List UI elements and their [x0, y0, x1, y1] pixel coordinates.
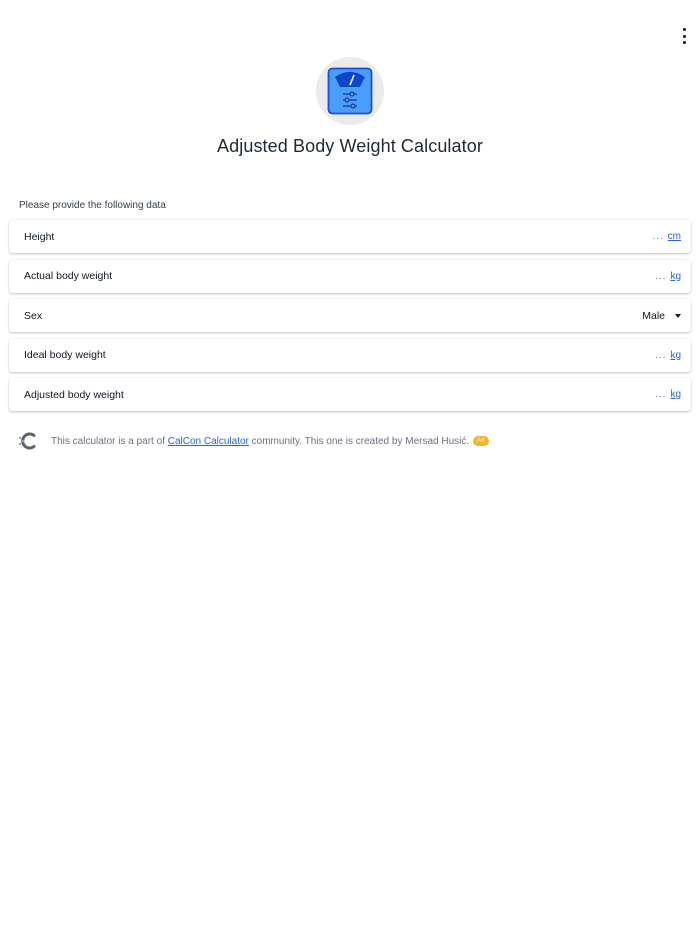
footer-text-before: This calculator is a part of [51, 435, 165, 447]
sex-select[interactable]: Sex Male [9, 299, 691, 332]
ad-badge[interactable]: Ad [473, 436, 489, 446]
adjusted-body-weight-field[interactable]: Adjusted body weight ... kg [9, 378, 691, 411]
height-label: Height [24, 230, 55, 243]
adjusted-body-weight-value-group: ... kg [655, 389, 681, 400]
adjusted-body-weight-label: Adjusted body weight [24, 388, 124, 401]
page: Adjusted Body Weight Calculator Please p… [0, 0, 700, 934]
sex-label: Sex [24, 309, 43, 322]
form-fields: Height ... cm Actual body weight ... kg … [9, 220, 691, 418]
sex-value[interactable]: Male [642, 310, 665, 322]
calcon-calculator-link[interactable]: CalCon Calculator [168, 436, 249, 447]
actual-body-weight-label: Actual body weight [24, 270, 113, 282]
adjusted-body-weight-unit-link[interactable]: kg [670, 389, 681, 400]
actual-body-weight-field[interactable]: Actual body weight ... kg [9, 259, 691, 293]
page-title: Adjusted Body Weight Calculator [217, 136, 483, 156]
adjusted-body-weight-value[interactable]: ... [655, 389, 666, 400]
ideal-body-weight-value[interactable]: ... [655, 350, 666, 361]
footer: This calculator is a part of CalCon Calc… [18, 432, 489, 450]
scale-icon [327, 67, 373, 115]
caret-down-icon[interactable] [675, 313, 681, 318]
ideal-body-weight-label: Ideal body weight [24, 349, 106, 361]
form-prompt: Please provide the following data [19, 200, 166, 211]
height-value-group: ... cm [652, 231, 681, 242]
height-unit-link[interactable]: cm [668, 231, 681, 242]
menu-dot [682, 41, 686, 44]
menu-dot [682, 34, 686, 38]
footer-text-after: community. This one is created by Mersad… [251, 435, 470, 447]
more-vertical-icon[interactable] [678, 28, 690, 44]
actual-body-weight-value[interactable]: ... [655, 271, 666, 282]
actual-body-weight-value-group: ... kg [655, 271, 681, 282]
ideal-body-weight-field[interactable]: Ideal body weight ... kg [9, 338, 691, 372]
ideal-body-weight-unit-link[interactable]: kg [670, 350, 681, 361]
menu-dot [682, 28, 686, 31]
height-value[interactable]: ... [652, 231, 663, 242]
height-field[interactable]: Height ... cm [9, 220, 691, 253]
app-logo [316, 57, 384, 125]
sex-value-group: Male [642, 310, 681, 322]
ideal-body-weight-value-group: ... kg [655, 350, 681, 361]
calcon-logo-icon [19, 432, 36, 450]
actual-body-weight-unit-link[interactable]: kg [670, 271, 681, 282]
